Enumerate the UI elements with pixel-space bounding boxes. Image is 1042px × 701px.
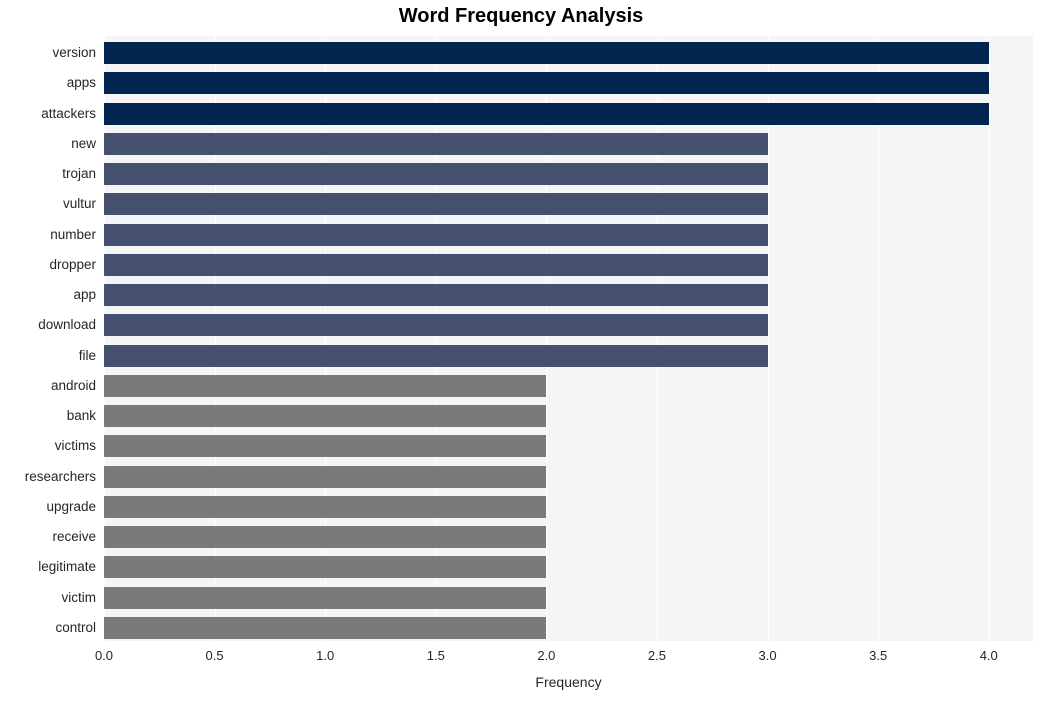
gridline-vertical [435, 36, 437, 641]
bar[interactable] [104, 314, 768, 337]
bar[interactable] [104, 163, 768, 186]
bar[interactable] [104, 42, 989, 65]
x-axis-tick-labels: 0.0 0.5 1.0 1.5 2.0 2.5 3.0 3.5 4.0 [0, 648, 1042, 668]
y-axis-tick-label: legitimate [38, 559, 96, 575]
bar[interactable] [104, 405, 547, 428]
y-axis-tick-label: receive [52, 529, 96, 545]
bar[interactable] [104, 465, 547, 488]
x-axis-tick-label: 4.0 [979, 648, 998, 663]
bar[interactable] [104, 223, 768, 246]
x-axis-label: Frequency [535, 674, 602, 690]
bar[interactable] [104, 495, 547, 518]
chart-title: Word Frequency Analysis [398, 5, 644, 27]
bar[interactable] [104, 72, 989, 95]
x-axis-tick-label: 1.5 [426, 648, 445, 663]
y-axis-tick-label: bank [66, 408, 96, 424]
bar[interactable] [104, 344, 768, 367]
y-axis-tick-label: app [73, 287, 96, 303]
gridline-vertical [767, 36, 769, 641]
y-axis-tick-labels: version apps attackers new trojan vultur numbe… [0, 36, 96, 641]
bar[interactable] [104, 526, 547, 549]
bar[interactable] [104, 132, 768, 155]
y-axis-tick-label: download [38, 317, 96, 333]
gridline-vertical [214, 36, 216, 641]
bar[interactable] [104, 193, 768, 216]
bar[interactable] [104, 374, 547, 397]
y-axis-tick-label: upgrade [46, 498, 96, 514]
bar[interactable] [104, 253, 768, 276]
x-axis-tick-label: 0.0 [94, 648, 114, 663]
word-frequency-chart: Word Frequency Analysis version apps attac… [0, 0, 1042, 701]
y-axis-tick-label: control [55, 619, 96, 635]
gridline-vertical [656, 36, 658, 641]
bar[interactable] [104, 556, 547, 579]
gridline-vertical [104, 36, 105, 641]
x-axis-tick-label: 2.5 [647, 648, 666, 663]
x-axis-tick-label: 3.5 [869, 648, 888, 663]
bar[interactable] [104, 435, 547, 458]
y-axis-tick-label: victim [61, 589, 97, 605]
gridline-vertical [546, 36, 548, 641]
y-axis-tick-label: apps [66, 75, 96, 91]
y-axis-tick-label: file [78, 347, 96, 363]
y-axis-tick-label: vultur [62, 196, 96, 212]
gridline-vertical [878, 36, 880, 641]
x-axis-tick-label: 1.0 [316, 648, 335, 663]
y-axis-tick-label: version [52, 45, 96, 61]
y-axis-tick-label: number [50, 226, 96, 242]
gridline-vertical [988, 36, 990, 641]
y-axis-tick-label: researchers [24, 468, 96, 484]
bar[interactable] [104, 616, 547, 639]
bar[interactable] [104, 586, 547, 609]
y-axis-tick-label: new [71, 135, 96, 151]
y-axis-tick-label: victims [54, 438, 96, 454]
y-axis-tick-label: android [50, 377, 96, 393]
gridline-vertical [325, 36, 327, 641]
x-axis-tick-label: 2.0 [537, 648, 556, 663]
plot-area [104, 36, 1033, 641]
y-axis-tick-label: dropper [49, 256, 96, 272]
bar[interactable] [104, 102, 989, 125]
x-axis-tick-label: 3.0 [758, 648, 777, 663]
x-axis-tick-label: 0.5 [205, 648, 224, 663]
y-axis-tick-label: attackers [41, 105, 96, 121]
bar[interactable] [104, 284, 768, 307]
y-axis-tick-label: trojan [62, 166, 96, 182]
